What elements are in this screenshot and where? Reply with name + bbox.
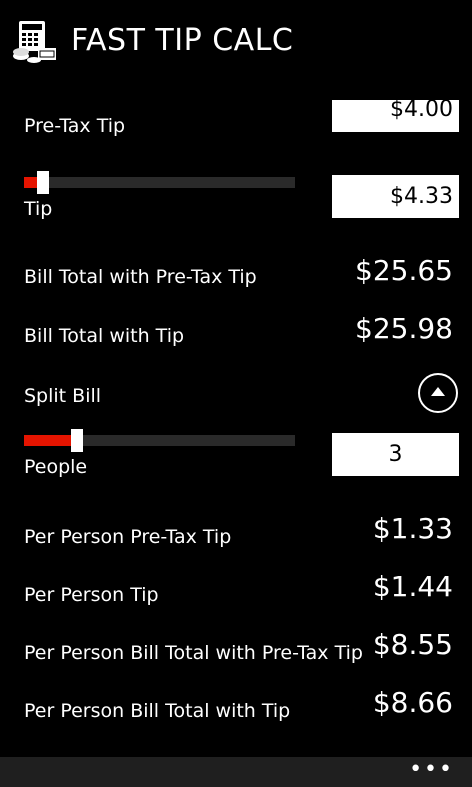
tip-input[interactable]: $4.33	[332, 175, 459, 218]
people-slider-fill	[24, 435, 73, 446]
split-bill-toggle-button[interactable]	[418, 373, 458, 413]
bill-total-pretax-value: $25.65	[355, 254, 453, 287]
bill-total-tip-value: $25.98	[355, 312, 453, 345]
per-person-bill-tip-label: Per Person Bill Total with Tip	[24, 700, 291, 722]
per-person-pretax-tip-value: $1.33	[372, 512, 453, 545]
tip-label: Tip	[24, 198, 53, 220]
app-bar: •••	[0, 757, 472, 787]
per-person-bill-pretax-label: Per Person Bill Total with Pre-Tax Tip	[24, 642, 363, 664]
per-person-pretax-tip-label: Per Person Pre-Tax Tip	[24, 526, 232, 548]
per-person-tip-value: $1.44	[372, 570, 453, 603]
bill-total-tip-label: Bill Total with Tip	[24, 325, 185, 347]
tip-input-value: $4.33	[390, 184, 453, 209]
pretax-tip-input-value: $4.00	[390, 100, 453, 122]
people-input[interactable]: 3	[332, 433, 459, 476]
bill-total-pretax-label: Bill Total with Pre-Tax Tip	[24, 266, 257, 288]
people-slider-thumb[interactable]	[71, 429, 83, 452]
people-label: People	[24, 456, 88, 478]
people-input-value: 3	[388, 442, 403, 467]
split-bill-label: Split Bill	[24, 385, 102, 407]
tip-slider[interactable]	[24, 171, 295, 194]
per-person-bill-pretax-value: $8.55	[372, 628, 453, 661]
tip-slider-thumb[interactable]	[37, 171, 49, 194]
per-person-bill-tip-value: $8.66	[372, 686, 453, 719]
calculator-cash-icon	[12, 18, 58, 64]
pretax-tip-label: Pre-Tax Tip	[24, 115, 126, 137]
pretax-tip-input[interactable]: $4.00	[332, 100, 459, 132]
collapse-up-arrow-icon	[431, 387, 445, 396]
per-person-tip-label: Per Person Tip	[24, 584, 159, 606]
people-slider[interactable]	[24, 429, 295, 452]
more-ellipsis-icon[interactable]: •••	[409, 759, 454, 781]
app-title: FAST TIP CALC	[71, 23, 294, 58]
